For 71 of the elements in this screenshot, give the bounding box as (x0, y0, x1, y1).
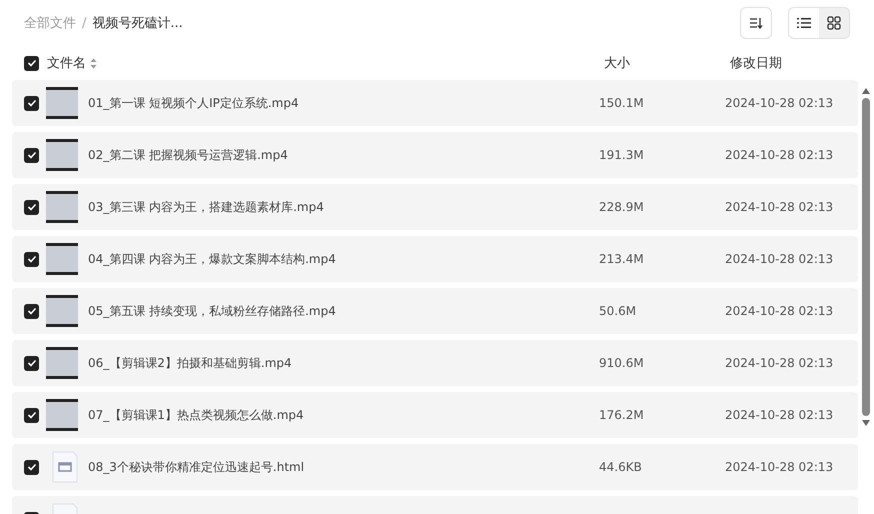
file-name: 03_第三课 内容为王，搭建选题素材库.mp4 (88, 198, 325, 216)
breadcrumb-item: 视频号死磕计... (92, 15, 183, 32)
file-size: 44.6KB (599, 460, 643, 474)
file-size: 50.6M (599, 304, 638, 318)
file-size: 191.3M (599, 148, 645, 162)
file-row[interactable]: 01_第一课 短视频个人IP定位系统.mp4 150.1M 2024-10-28 02:13 (12, 80, 858, 126)
file-name: 06_【剪辑课2】拍摄和基础剪辑.mp4 (88, 354, 293, 372)
file-row[interactable]: 03_第三课 内容为王，搭建选题素材库.mp4 228.9M 2024-10-28 02:13 (12, 184, 858, 230)
file-row[interactable]: 05_第五课 持续变现，私域粉丝存储路径.mp4 50.6M 2024-10-28 02:13 (12, 288, 858, 334)
list-icon (797, 17, 811, 29)
sort-icon[interactable] (90, 58, 97, 68)
sort-button[interactable] (740, 7, 772, 39)
check-icon (26, 99, 36, 107)
video-thumbnail (46, 399, 78, 431)
file-size: 176.2M (599, 408, 645, 422)
grid-icon (827, 16, 841, 30)
check-icon (26, 203, 36, 211)
row-checkbox[interactable] (24, 148, 39, 162)
sort-lines-icon (749, 17, 763, 29)
modified-date: 2024-10-28 02:13 (725, 96, 834, 110)
check-icon (26, 59, 36, 67)
file-name: 02_第二课 把握视频号运营逻辑.mp4 (88, 146, 289, 164)
check-icon (26, 307, 36, 315)
row-checkbox[interactable] (24, 408, 39, 422)
name-column-header[interactable]: 文件名 (47, 54, 86, 72)
file-name: 01_第一课 短视频个人IP定位系统.mp4 (88, 94, 300, 112)
modified-date: 2024-10-28 02:13 (725, 408, 834, 422)
file-row[interactable]: 07_【剪辑课1】热点类视频怎么做.mp4 176.2M 2024-10-28 02:13 (12, 392, 858, 438)
video-thumbnail (46, 139, 78, 171)
modified-date: 2024-10-28 02:13 (725, 148, 834, 162)
modified-date: 2024-10-28 02:13 (725, 252, 834, 266)
file-name: 07_【剪辑课1】热点类视频怎么做.mp4 (88, 406, 305, 424)
list-view-button[interactable] (789, 8, 819, 38)
file-size: 910.6M (599, 356, 645, 370)
row-checkbox[interactable] (24, 252, 39, 266)
check-icon (26, 411, 36, 419)
select-all-checkbox[interactable] (24, 56, 39, 70)
check-icon (26, 151, 36, 159)
file-name: 04_第四课 内容为王，爆款文案脚本结构.mp4 (88, 250, 337, 268)
file-size: 213.4M (599, 252, 645, 266)
video-thumbnail (46, 191, 78, 223)
file-size: 228.9M (599, 200, 645, 214)
modified-date: 2024-10-28 02:13 (725, 200, 834, 214)
video-thumbnail (46, 87, 78, 119)
scroll-down-icon[interactable] (862, 420, 870, 426)
file-row[interactable]: 06_【剪辑课2】拍摄和基础剪辑.mp4 910.6M 2024-10-28 02:13 (12, 340, 858, 386)
modified-date: 2024-10-28 02:13 (725, 460, 834, 474)
check-icon (26, 359, 36, 367)
modified-date: 2024-10-28 02:13 (725, 304, 834, 318)
scroll-up-icon[interactable] (862, 88, 870, 94)
size-column-header: 大小 (604, 55, 631, 72)
check-icon (26, 463, 36, 471)
video-thumbnail (46, 347, 78, 379)
row-checkbox[interactable] (24, 304, 39, 318)
date-column-header: 修改日期 (730, 55, 782, 72)
row-checkbox[interactable] (24, 356, 39, 370)
file-name: 08_3个秘诀带你精准定位迅速起号.html (88, 458, 306, 476)
row-checkbox[interactable] (24, 460, 39, 474)
modified-date: 2024-10-28 02:13 (725, 356, 834, 370)
web-file-icon (52, 451, 78, 483)
file-row[interactable]: 08_3个秘诀带你精准定位迅速起号.html 44.6KB 2024-10-28 02:13 (12, 444, 858, 490)
video-thumbnail (46, 295, 78, 327)
file-name: 05_第五课 持续变现，私域粉丝存储路径.mp4 (88, 302, 337, 320)
video-thumbnail (46, 243, 78, 275)
file-row[interactable]: 02_第二课 把握视频号运营逻辑.mp4 191.3M 2024-10-28 02:13 (12, 132, 858, 178)
file-size: 150.1M (599, 96, 645, 110)
breadcrumb-separator: / (82, 16, 86, 30)
row-checkbox[interactable] (24, 200, 39, 214)
file-row[interactable]: 04_第四课 内容为王，爆款文案脚本结构.mp4 213.4M 2024-10-28 02:13 (12, 236, 858, 282)
row-checkbox[interactable] (24, 96, 39, 110)
check-icon (26, 255, 36, 263)
